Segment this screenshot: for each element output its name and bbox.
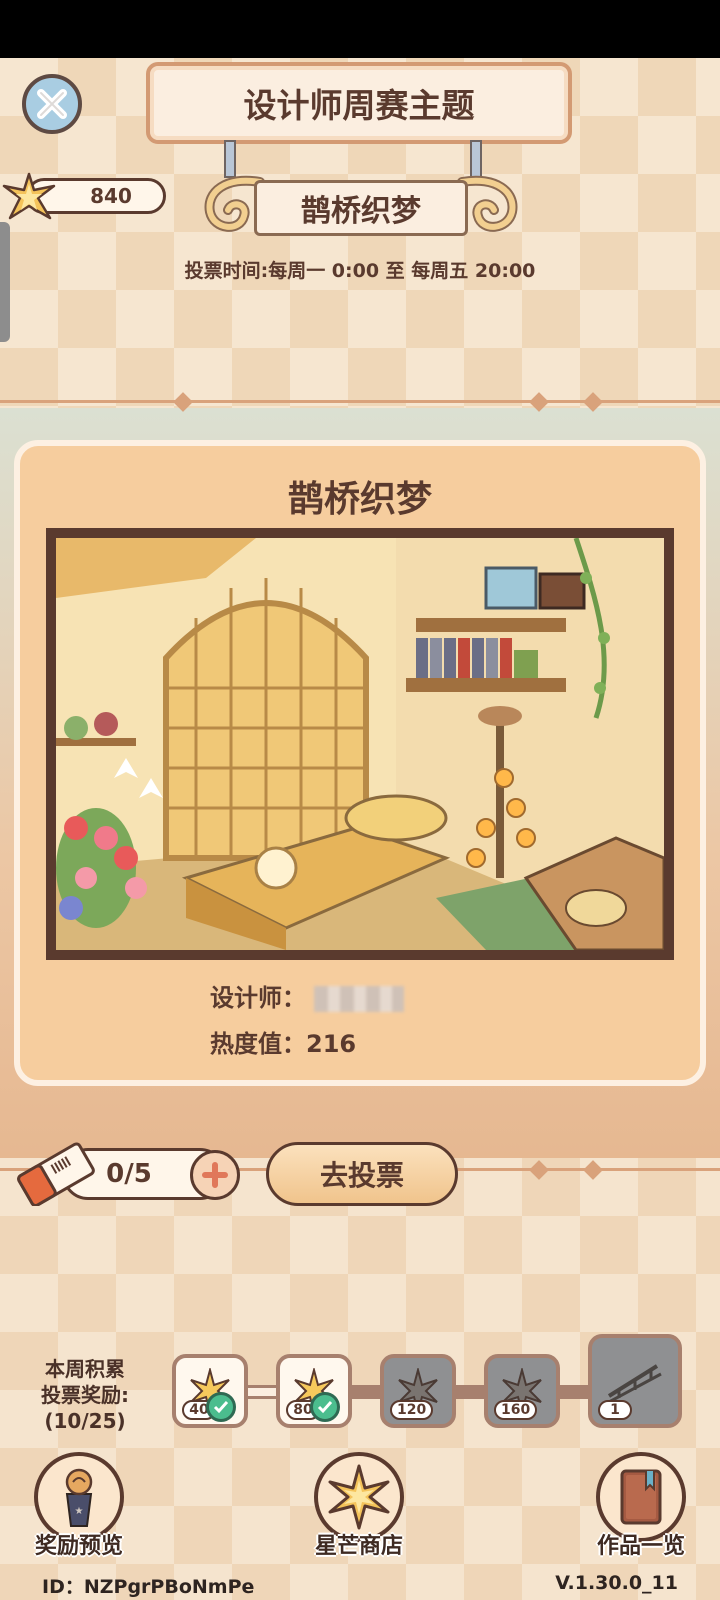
reward-label-line: 本周积累 (45, 1357, 125, 1381)
app-version: V.1.30.0_11 (555, 1572, 678, 1594)
heat-value: 216 (306, 1030, 357, 1058)
reward-quantity: 1 (598, 1400, 632, 1420)
add-ticket-button[interactable] (190, 1150, 240, 1200)
reward-threshold: 160 (494, 1400, 538, 1420)
star-shop-icon (328, 1464, 390, 1530)
star-shop-button[interactable]: 星芒商店 (304, 1452, 414, 1559)
heat-label: 热度值： (210, 1030, 306, 1058)
reward-threshold: 120 (390, 1400, 434, 1420)
go-vote-button[interactable]: 去投票 (266, 1142, 458, 1206)
railing-furniture-icon (607, 1364, 662, 1404)
plus-icon (202, 1162, 228, 1188)
star-currency-icon (2, 172, 56, 220)
book-icon (620, 1469, 662, 1525)
status-bar (0, 0, 720, 58)
close-icon (37, 89, 67, 119)
reward-progress-count: (10/25) (44, 1409, 126, 1433)
designer-label: 设计师： (210, 984, 306, 1012)
reward-preview-label: 奖励预览 (34, 1534, 123, 1559)
reward-tier-80[interactable]: 80 (276, 1354, 352, 1428)
bedroom-illustration (56, 538, 664, 950)
svg-text:★: ★ (75, 1506, 84, 1517)
ticket-icon (17, 1142, 95, 1206)
star-shop-label: 星芒商店 (314, 1534, 403, 1559)
ticket-count: 0/5 (106, 1159, 152, 1189)
reward-tier-120[interactable]: 120 (380, 1354, 456, 1428)
divider-line (0, 400, 720, 403)
heat-row: 热度值：216 (210, 1024, 356, 1059)
reward-preview-button[interactable]: ★ 奖励预览 (24, 1452, 134, 1559)
reward-tier-160[interactable]: 160 (484, 1354, 560, 1428)
reward-tier-40[interactable]: 40 (172, 1354, 248, 1428)
entry-title: 鹊桥织梦 (287, 479, 432, 520)
entry-card: 鹊桥织梦 设计师： 热度值：216 (14, 440, 706, 1086)
works-list-button[interactable]: 作品一览 (586, 1452, 696, 1559)
star-count: 840 (90, 184, 132, 208)
reward-tier-furniture[interactable]: 1 (588, 1334, 682, 1428)
page-title: 设计师周赛主题 (243, 86, 475, 125)
designer-name-redacted (314, 986, 405, 1012)
designer-row: 设计师： (210, 978, 405, 1013)
reward-label-line: 投票奖励: (41, 1383, 129, 1407)
vote-time: 投票时间:每周一 0:00 至 每周五 20:00 (184, 260, 536, 282)
claimed-check-icon (310, 1392, 340, 1422)
artwork-image[interactable] (46, 528, 674, 960)
theme-plaque: 鹊桥织梦 (196, 172, 526, 244)
reward-progress-label: 本周积累 投票奖励: (10/25) (22, 1356, 148, 1434)
works-list-label: 作品一览 (596, 1534, 685, 1559)
player-id: ID：NZPgrPBoNmPe (42, 1576, 255, 1598)
theme-name: 鹊桥织梦 (254, 180, 468, 236)
trophy-icon: ★ (65, 1468, 93, 1527)
claimed-check-icon (206, 1392, 236, 1422)
close-button[interactable] (22, 74, 82, 134)
title-banner: 设计师周赛主题 (146, 62, 572, 144)
